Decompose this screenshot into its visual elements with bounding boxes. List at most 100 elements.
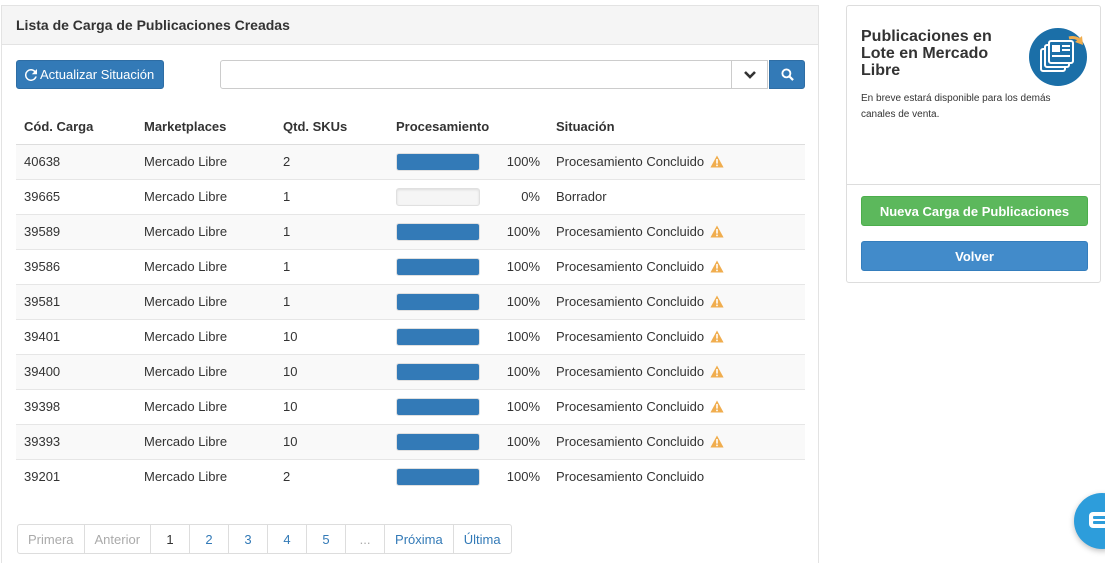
warning-icon xyxy=(710,400,724,413)
cell-cod: 39401 xyxy=(16,318,136,354)
cell-skus: 1 xyxy=(275,248,388,284)
progress-percent: 100% xyxy=(506,154,540,169)
page-prev[interactable]: Anterior xyxy=(83,524,152,554)
cell-skus: 10 xyxy=(275,388,388,424)
status-text: Procesamiento Concluido xyxy=(556,154,705,169)
table-row: 39586 Mercado Libre 1 100% Procesamiento Con… xyxy=(16,248,805,284)
cell-cod: 39589 xyxy=(16,213,136,249)
page-1[interactable]: 1 xyxy=(150,524,191,554)
new-upload-button[interactable]: Nueva Carga de Publicaciones xyxy=(861,196,1088,226)
cell-status: Procesamiento Concluido xyxy=(548,318,805,354)
progress-bar xyxy=(396,467,480,486)
cell-processing: 100% xyxy=(388,353,548,389)
warning-icon xyxy=(710,435,724,448)
progress-percent: 100% xyxy=(506,259,540,274)
progress-percent: 0% xyxy=(521,189,540,204)
progress-percent: 100% xyxy=(506,329,540,344)
side-description: En breve estará disponible para los demá… xyxy=(861,93,1051,120)
cell-marketplace: Mercado Libre xyxy=(136,458,275,494)
progress-fill xyxy=(397,293,479,310)
cell-cod: 39398 xyxy=(16,388,136,424)
cell-marketplace: Mercado Libre xyxy=(136,388,275,424)
search-input[interactable] xyxy=(220,60,732,89)
cell-processing: 0% xyxy=(388,178,548,214)
warning-icon xyxy=(710,295,724,308)
status-text: Procesamiento Concluido xyxy=(556,399,705,414)
progress-percent: 100% xyxy=(506,294,540,309)
cell-processing: 100% xyxy=(388,143,548,179)
chat-widget-button[interactable] xyxy=(1074,493,1105,549)
page-ellipsis: ... xyxy=(345,524,386,554)
cell-status: Procesamiento Concluido xyxy=(548,248,805,284)
cell-marketplace: Mercado Libre xyxy=(136,283,275,319)
cell-cod: 39665 xyxy=(16,178,136,214)
cell-marketplace: Mercado Libre xyxy=(136,423,275,459)
cell-cod: 40638 xyxy=(16,143,136,179)
progress-fill xyxy=(397,153,479,170)
cell-cod: 39586 xyxy=(16,248,136,284)
cell-processing: 100% xyxy=(388,388,548,424)
toolbar: Actualizar Situación xyxy=(16,60,805,89)
cell-marketplace: Mercado Libre xyxy=(136,178,275,214)
cell-skus: 10 xyxy=(275,318,388,354)
warning-icon xyxy=(710,260,724,273)
table-row: 39581 Mercado Libre 1 100% Procesamiento Con… xyxy=(16,283,805,319)
cell-status: Procesamiento Concluido xyxy=(548,388,805,424)
warning-icon xyxy=(710,330,724,343)
cell-status: Procesamiento Concluido xyxy=(548,423,805,459)
status-text: Procesamiento Concluido xyxy=(556,224,705,239)
header-status[interactable]: Situación xyxy=(548,110,805,145)
back-button[interactable]: Volver xyxy=(861,241,1088,271)
progress-fill xyxy=(397,328,479,345)
page-title: Lista de Carga de Publicaciones Creadas xyxy=(16,17,290,33)
search-button[interactable] xyxy=(769,60,805,89)
page-first[interactable]: Primera xyxy=(17,524,85,554)
cell-marketplace: Mercado Libre xyxy=(136,213,275,249)
progress-bar xyxy=(396,187,480,206)
search-filter-dropdown[interactable] xyxy=(732,60,768,89)
progress-bar xyxy=(396,432,480,451)
page-2[interactable]: 2 xyxy=(189,524,230,554)
cell-processing: 100% xyxy=(388,248,548,284)
cell-marketplace: Mercado Libre xyxy=(136,318,275,354)
table-row: 39393 Mercado Libre 10 100% Procesamiento Co… xyxy=(16,423,805,459)
cell-skus: 2 xyxy=(275,143,388,179)
header-cod[interactable]: Cód. Carga xyxy=(16,110,136,145)
cell-status: Procesamiento Concluido xyxy=(548,458,805,494)
cell-status: Procesamiento Concluido xyxy=(548,213,805,249)
progress-percent: 100% xyxy=(506,224,540,239)
search-icon xyxy=(780,68,794,81)
update-status-button[interactable]: Actualizar Situación xyxy=(16,60,164,89)
table-row: 39201 Mercado Libre 2 100% Procesamiento Con… xyxy=(16,458,805,494)
cell-skus: 2 xyxy=(275,458,388,494)
page-3[interactable]: 3 xyxy=(228,524,269,554)
cell-marketplace: Mercado Libre xyxy=(136,248,275,284)
warning-icon xyxy=(710,225,724,238)
warning-icon xyxy=(710,155,724,168)
cell-skus: 10 xyxy=(275,353,388,389)
progress-bar xyxy=(396,222,480,241)
progress-percent: 100% xyxy=(506,469,540,485)
page-last[interactable]: Última xyxy=(452,524,512,554)
status-text: Procesamiento Concluido xyxy=(556,469,705,485)
cell-cod: 39400 xyxy=(16,353,136,389)
progress-percent: 100% xyxy=(506,364,540,379)
page-4[interactable]: 4 xyxy=(267,524,308,554)
chat-icon xyxy=(1089,512,1105,528)
table-row: 39400 Mercado Libre 10 100% Procesamiento Co… xyxy=(16,353,805,389)
page-5[interactable]: 5 xyxy=(306,524,347,554)
header-processing[interactable]: Procesamiento xyxy=(388,110,548,145)
table-row: 39398 Mercado Libre 10 100% Procesamiento Co… xyxy=(16,388,805,424)
cell-skus: 1 xyxy=(275,213,388,249)
header-skus[interactable]: Qtd. SKUs xyxy=(275,110,388,145)
table-header-row: Cód. Carga Marketplaces Qtd. SKUs Proces… xyxy=(16,110,805,145)
cell-cod: 39201 xyxy=(16,458,136,494)
progress-percent: 100% xyxy=(506,434,540,449)
stacked-documents-icon xyxy=(1029,28,1087,86)
cell-processing: 100% xyxy=(388,283,548,319)
status-text: Borrador xyxy=(556,189,607,204)
chevron-down-icon xyxy=(743,70,756,79)
update-status-label: Actualizar Situación xyxy=(40,67,155,82)
header-marketplaces[interactable]: Marketplaces xyxy=(136,110,275,145)
page-next[interactable]: Próxima xyxy=(384,524,454,554)
